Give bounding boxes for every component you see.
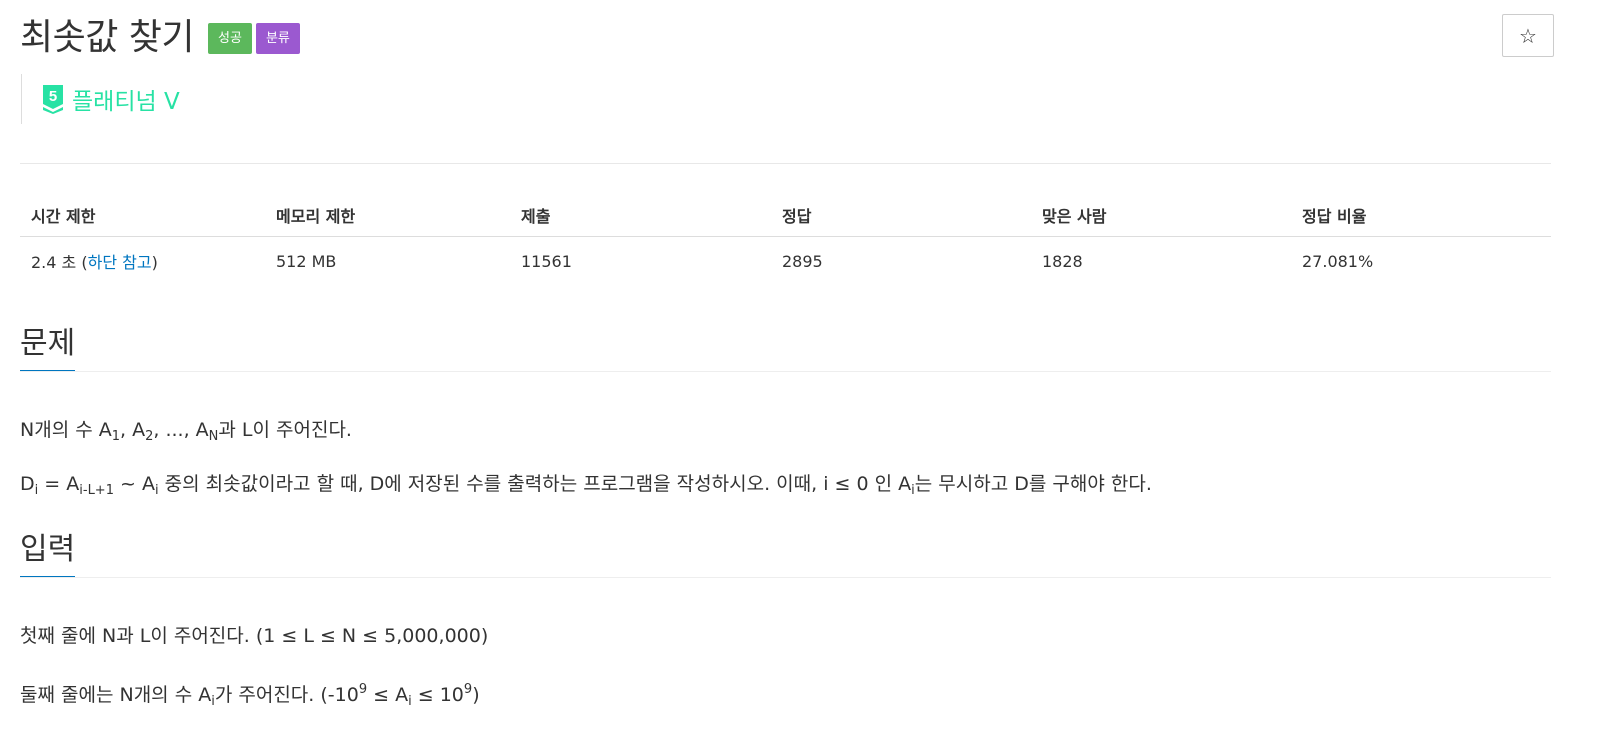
header-solvers: 맞은 사람	[1031, 193, 1291, 237]
input-heading: 입력	[20, 532, 76, 578]
section-divider	[20, 371, 1551, 372]
time-limit-cell: 2.4 초 (하단 참고)	[20, 237, 265, 286]
problem-page: 최솟값 찾기 성공 분류 ☆ 5 플래티넘 V 시간 제한 메모리 제한 제출 …	[0, 0, 1605, 734]
tier-badge-icon: 5	[43, 85, 63, 114]
problem-paragraph-2: Di = Ai-L+1 ~ Ai 중의 최솟값이라고 할 때, D에 저장된 수…	[20, 473, 1152, 498]
tier-level: 5	[49, 88, 57, 105]
header-time-limit: 시간 제한	[20, 193, 265, 237]
favorite-button[interactable]: ☆	[1502, 14, 1554, 57]
accepted-cell: 2895	[782, 251, 823, 271]
input-paragraph-1: 첫째 줄에 N과 L이 주어진다. (1 ≤ L ≤ N ≤ 5,000,000…	[20, 625, 489, 647]
success-badge: 성공	[208, 22, 252, 54]
category-button[interactable]: 분류	[255, 22, 300, 54]
star-icon: ☆	[1519, 23, 1537, 48]
section-divider	[20, 577, 1551, 578]
title-row: 최솟값 찾기 성공 분류	[20, 14, 300, 62]
table-row: 2.4 초 (하단 참고) 512 MB 11561 2895 1828 27.…	[20, 237, 1551, 286]
header-accepted: 정답	[771, 193, 1031, 237]
header-memory-limit: 메모리 제한	[265, 193, 510, 237]
tier-block: 5 플래티넘 V	[21, 74, 180, 124]
tier-label[interactable]: 플래티넘 V	[72, 82, 180, 116]
table-header-row: 시간 제한 메모리 제한 제출 정답 맞은 사람 정답 비율	[20, 193, 1551, 237]
header-submissions: 제출	[510, 193, 771, 237]
time-limit-value: 2.4 초	[31, 253, 77, 272]
time-limit-note-link[interactable]: 하단 참고	[88, 253, 152, 272]
header-ratio: 정답 비율	[1291, 193, 1551, 237]
solvers-cell: 1828	[1042, 251, 1083, 271]
paren-close: )	[151, 253, 158, 272]
submissions-cell: 11561	[521, 251, 572, 271]
input-section-header: 입력	[20, 532, 1551, 578]
problem-heading: 문제	[20, 326, 76, 372]
problem-title: 최솟값 찾기	[20, 17, 195, 58]
problem-info-table: 시간 제한 메모리 제한 제출 정답 맞은 사람 정답 비율 2.4 초 (하단…	[20, 193, 1551, 285]
problem-section-header: 문제	[20, 326, 1551, 372]
input-paragraph-2: 둘째 줄에는 N개의 수 Ai가 주어진다. (-109 ≤ Ai ≤ 109)	[20, 682, 480, 709]
memory-limit-cell: 512 MB	[276, 251, 337, 271]
problem-paragraph-1: N개의 수 A1, A2, ..., AN과 L이 주어진다.	[20, 419, 352, 444]
divider	[20, 163, 1551, 164]
ratio-cell: 27.081%	[1302, 251, 1374, 271]
